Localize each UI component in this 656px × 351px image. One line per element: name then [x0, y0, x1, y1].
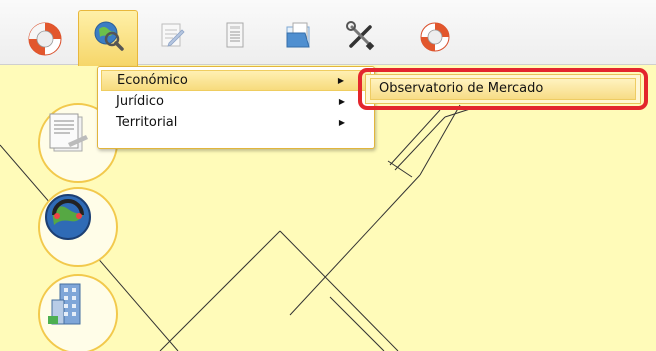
query-button[interactable] [78, 10, 138, 66]
support-button[interactable] [405, 13, 465, 65]
toolbar [0, 0, 656, 66]
submenu-arrow-icon: ▶ [338, 97, 345, 106]
menu-item-label: Jurídico [116, 94, 164, 109]
folder-open-icon [281, 19, 315, 53]
report-button[interactable] [205, 13, 265, 65]
globe-search-icon [90, 17, 126, 53]
submenu-item-observatorio[interactable]: Observatorio de Mercado [370, 78, 636, 100]
menu-item-juridico[interactable]: Jurídico ▶ [101, 91, 371, 112]
side-button-building[interactable] [38, 274, 118, 351]
edit-document-icon [155, 19, 187, 51]
submenu-arrow-icon: ▶ [338, 118, 345, 127]
menu-item-economico[interactable]: Económico ▶ [101, 70, 371, 91]
help-button[interactable] [15, 13, 75, 65]
lifebuoy-icon [417, 19, 453, 55]
submenu-arrow-icon: ▶ [337, 76, 344, 85]
menu-item-label: Territorial [116, 115, 178, 130]
menu-item-territorial[interactable]: Territorial ▶ [101, 112, 371, 133]
tools-button[interactable] [331, 13, 391, 65]
edit-button[interactable] [141, 13, 201, 65]
list-document-icon [219, 19, 251, 51]
query-menu: Económico ▶ Jurídico ▶ Territorial ▶ [97, 66, 375, 149]
lifebuoy-icon [25, 19, 65, 59]
tools-icon [344, 19, 378, 53]
economico-submenu: Observatorio de Mercado [365, 74, 641, 104]
menu-item-label: Económico [117, 73, 188, 88]
open-button[interactable] [268, 13, 328, 65]
side-button-earth[interactable] [38, 187, 118, 267]
